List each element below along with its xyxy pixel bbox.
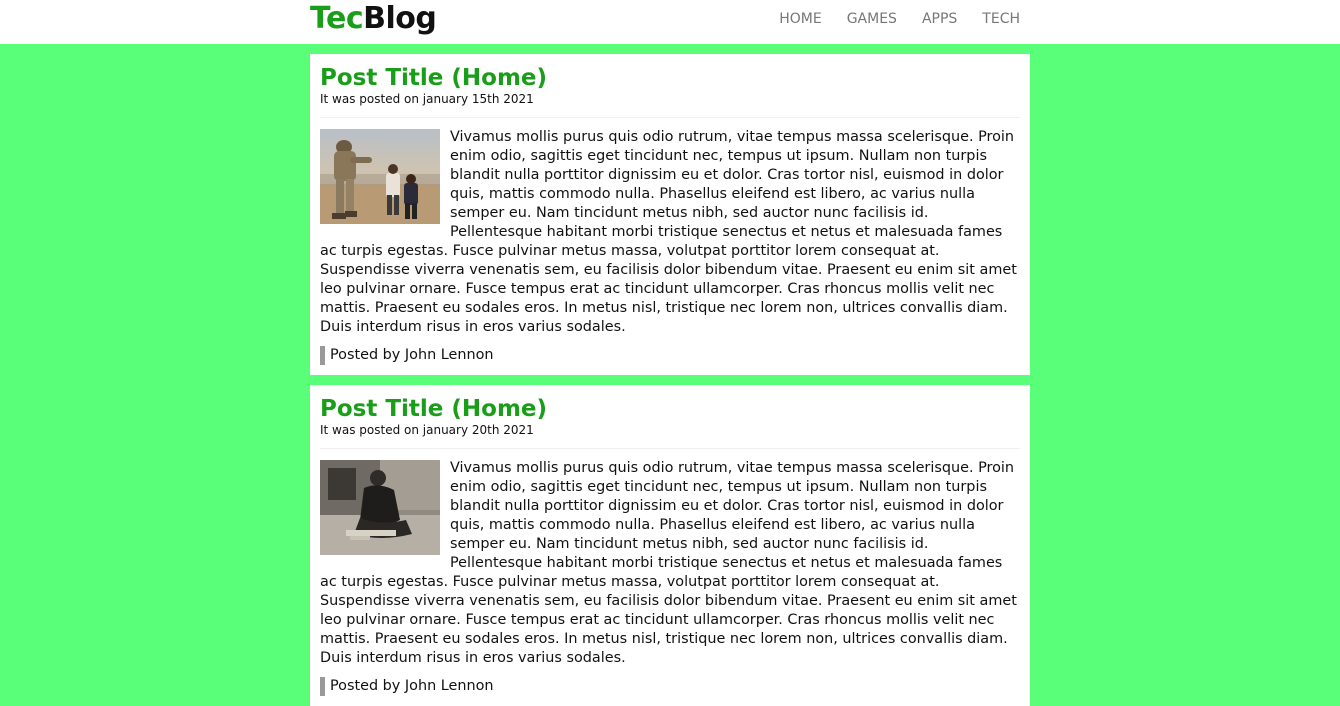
post-title[interactable]: Post Title (Home) — [320, 64, 1020, 92]
nav-item-games[interactable]: GAMES — [847, 10, 897, 28]
post-author: Posted by John Lennon — [320, 346, 1020, 365]
post-card: Post Title (Home) It was posted on janua… — [310, 54, 1030, 375]
post-date: It was posted on january 20th 2021 — [320, 423, 1020, 449]
site-header: TecBlog HOME GAMES APPS TECH — [0, 0, 1340, 44]
post-content: Vivamus mollis purus quis odio rutrum, v… — [320, 459, 1020, 668]
nav-item-home[interactable]: HOME — [779, 10, 821, 28]
post-date: It was posted on january 15th 2021 — [320, 92, 1020, 118]
post-thumbnail-man-photo — [320, 460, 440, 555]
nav-item-tech[interactable]: TECH — [982, 10, 1020, 28]
post-content: Vivamus mollis purus quis odio rutrum, v… — [320, 128, 1020, 337]
main-nav: HOME GAMES APPS TECH — [754, 10, 1020, 28]
nav-item-apps[interactable]: APPS — [922, 10, 957, 28]
man-sitting-photo-icon — [320, 460, 440, 555]
header-inner: TecBlog HOME GAMES APPS TECH — [310, 0, 1030, 44]
post-title[interactable]: Post Title (Home) — [320, 395, 1020, 423]
logo-part-blog: Blog — [363, 1, 437, 36]
soldier-photo-icon — [320, 129, 440, 224]
site-logo[interactable]: TecBlog — [310, 0, 437, 38]
post-thumbnail-soldier-photo — [320, 129, 440, 224]
post-list: Post Title (Home) It was posted on janua… — [310, 54, 1030, 706]
post-card: Post Title (Home) It was posted on janua… — [310, 385, 1030, 706]
logo-part-tec: Tec — [310, 1, 364, 36]
post-author: Posted by John Lennon — [320, 677, 1020, 696]
